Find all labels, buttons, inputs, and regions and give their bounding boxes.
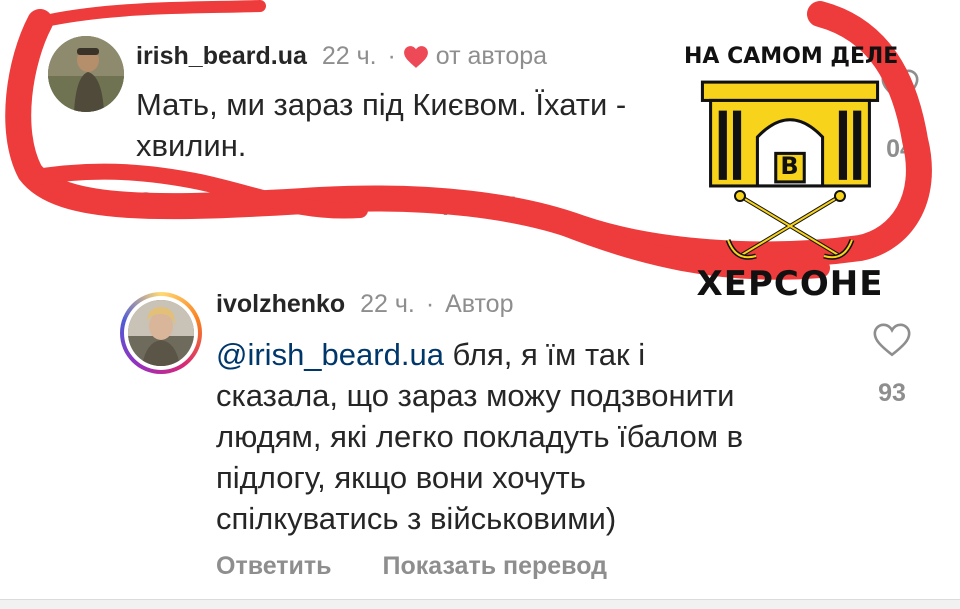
- heart-filled-icon: [403, 45, 429, 76]
- comment-text-line: хвилин.: [136, 128, 247, 163]
- comment-text-line: сказала, що зараз можу подзвонити: [216, 378, 735, 413]
- show-translation-button[interactable]: Показать перевод: [382, 552, 607, 580]
- comment-text: @irish_beard.ua бля, я їм так і сказала,…: [216, 334, 856, 539]
- comment-text-line: людям, які легко покладуть їбалом в: [216, 419, 744, 454]
- comment-meta: ivolzhenko 22 ч. · Автор: [216, 290, 514, 319]
- comment-text-line: @irish_beard.ua бля, я їм так і: [216, 334, 856, 375]
- sticker-center-letter: В: [780, 152, 800, 180]
- separator-dot: ·: [425, 290, 435, 318]
- comment-text: Мать, ми зараз під Києвом. Їхати - хвили…: [136, 84, 736, 166]
- mention-link[interactable]: @irish_beard.ua: [216, 337, 444, 372]
- avatar-photo: [128, 300, 194, 366]
- avatar-photo: [48, 36, 124, 112]
- avatar[interactable]: [128, 300, 194, 366]
- comment-text-line: підлогу, якщо вони хочуть: [216, 460, 586, 495]
- comment-text-line: Мать, ми зараз під Києвом. Їхати -: [136, 87, 627, 122]
- reply-button[interactable]: Ответить: [216, 552, 332, 580]
- comment-ivolzhenko: ivolzhenko 22 ч. · Автор @irish_beard.ua…: [0, 270, 960, 590]
- reply-button[interactable]: Ответить: [136, 188, 252, 216]
- like-count: 93: [878, 379, 906, 407]
- comment-text-fragment: бля, я їм так і: [443, 337, 646, 372]
- separator-dot: ·: [387, 42, 396, 70]
- username-link[interactable]: ivolzhenko: [216, 290, 345, 318]
- show-translation-button[interactable]: Показать перевод: [292, 188, 517, 216]
- crossed-anchors-icon: [725, 190, 855, 260]
- liked-by-author-label: от автора: [435, 42, 548, 70]
- sticker-meme: НА САМОМ ДЕЛЕ В ХЕРСОНЕ: [684, 38, 898, 308]
- heart-outline-icon[interactable]: [872, 322, 912, 358]
- comment-actions: Ответить Показать перевод: [136, 188, 561, 217]
- author-badge: Автор: [445, 290, 514, 318]
- like-column: 93: [862, 322, 922, 408]
- avatar[interactable]: [48, 36, 124, 112]
- comment-text-line: спілкуватись з військовими): [216, 501, 617, 536]
- divider: [0, 599, 960, 609]
- comment-actions: Ответить Показать перевод: [216, 552, 651, 581]
- comment-time: 22 ч.: [321, 42, 377, 70]
- sticker-top-text: НА САМОМ ДЕЛЕ: [684, 44, 899, 69]
- comment-meta: irish_beard.ua 22 ч. · от автора: [136, 42, 547, 76]
- username-link[interactable]: irish_beard.ua: [136, 42, 307, 70]
- comment-time: 22 ч.: [360, 290, 415, 318]
